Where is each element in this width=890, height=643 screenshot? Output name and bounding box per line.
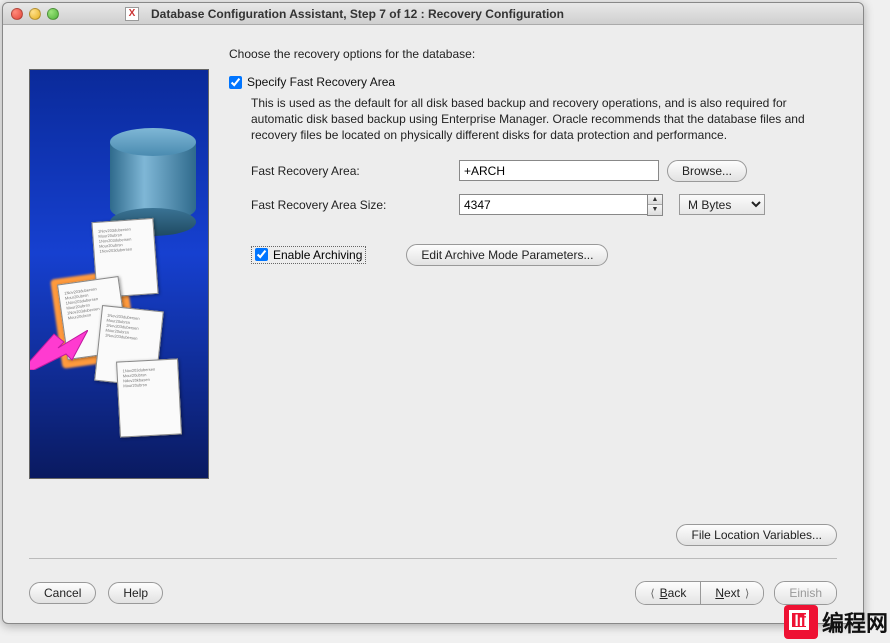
file-location-variables-button[interactable]: File Location Variables... bbox=[676, 524, 837, 546]
spin-up-button[interactable]: ▲ bbox=[648, 195, 662, 205]
fra-size-unit-select[interactable]: M Bytes bbox=[679, 194, 765, 215]
specify-fra-label: Specify Fast Recovery Area bbox=[247, 75, 395, 89]
traffic-lights bbox=[11, 8, 59, 20]
spin-down-button[interactable]: ▼ bbox=[648, 205, 662, 215]
footer-divider bbox=[29, 558, 837, 559]
nav-button-group: ⟨ Back Next ⟩ bbox=[635, 581, 764, 605]
fra-size-label: Fast Recovery Area Size: bbox=[251, 198, 451, 212]
finish-button: Einish bbox=[775, 582, 836, 604]
fra-path-input[interactable] bbox=[459, 160, 659, 181]
titlebar: X Database Configuration Assistant, Step… bbox=[3, 3, 863, 25]
chevron-left-icon: ⟨ bbox=[650, 587, 654, 600]
main-panel: Choose the recovery options for the data… bbox=[229, 43, 837, 518]
minimize-icon[interactable] bbox=[29, 8, 41, 20]
fra-description: This is used as the default for all disk… bbox=[251, 95, 821, 144]
edit-archive-params-button[interactable]: Edit Archive Mode Parameters... bbox=[406, 244, 608, 266]
help-button[interactable]: Help bbox=[108, 582, 163, 604]
browse-button[interactable]: Browse... bbox=[667, 160, 747, 182]
next-button[interactable]: Next ⟩ bbox=[700, 582, 763, 604]
fra-size-input[interactable] bbox=[459, 194, 647, 215]
fra-size-spinner: ▲ ▼ bbox=[459, 194, 663, 216]
watermark-logo-icon: lıi bbox=[784, 605, 818, 639]
arrow-icon bbox=[29, 330, 88, 370]
chevron-right-icon: ⟩ bbox=[745, 587, 749, 600]
back-label: ack bbox=[668, 586, 687, 600]
cancel-button[interactable]: Cancel bbox=[29, 582, 96, 604]
enable-archiving-focus: Enable Archiving bbox=[251, 246, 366, 264]
wizard-graphic: 1Nov203dubersen Mour20ubrsn 1Nov203duber… bbox=[29, 69, 209, 479]
window-title: Database Configuration Assistant, Step 7… bbox=[151, 7, 855, 21]
next-label: ext bbox=[724, 586, 740, 600]
finish-button-group: Einish bbox=[774, 581, 837, 605]
content-area: 1Nov203dubersen Mour20ubrsn 1Nov203duber… bbox=[3, 25, 863, 581]
wizard-footer: Cancel Help ⟨ Back Next ⟩ Einish bbox=[3, 581, 863, 623]
enable-archiving-checkbox[interactable] bbox=[255, 248, 268, 261]
document-icon: 1Nov203dubersen Mour20ubrsn Ndov20kbasen… bbox=[116, 358, 182, 437]
back-button[interactable]: ⟨ Back bbox=[636, 582, 700, 604]
window-frame: X Database Configuration Assistant, Step… bbox=[2, 2, 864, 624]
close-icon[interactable] bbox=[11, 8, 23, 20]
zoom-icon[interactable] bbox=[47, 8, 59, 20]
watermark-text: 编程网 bbox=[822, 606, 888, 638]
enable-archiving-label: Enable Archiving bbox=[273, 248, 362, 262]
watermark: lıi 编程网 bbox=[784, 605, 888, 639]
fra-path-label: Fast Recovery Area: bbox=[251, 164, 451, 178]
instruction-text: Choose the recovery options for the data… bbox=[229, 47, 837, 61]
specify-fra-checkbox[interactable] bbox=[229, 76, 242, 89]
x11-app-icon: X bbox=[125, 7, 139, 21]
